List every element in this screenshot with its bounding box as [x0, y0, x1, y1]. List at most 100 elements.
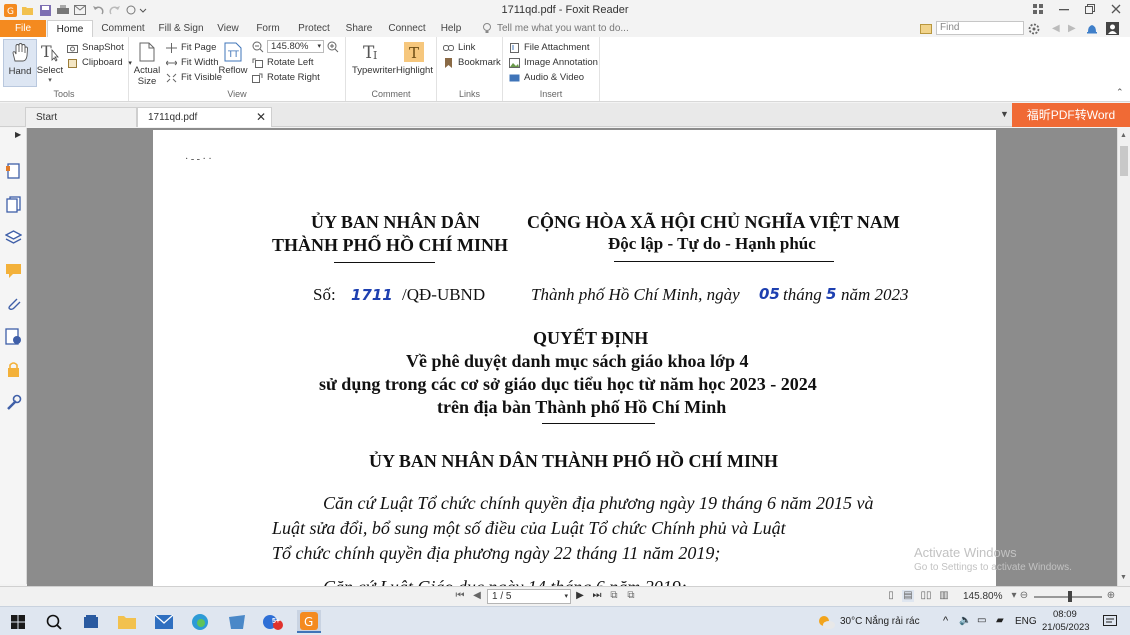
tab-home[interactable]: Home — [47, 20, 93, 38]
single-page-icon[interactable]: ▯ — [885, 590, 897, 602]
tab-help[interactable]: Help — [437, 20, 465, 37]
layers-icon[interactable] — [4, 229, 23, 246]
previous-view-icon[interactable]: ⧉ — [608, 590, 620, 602]
minimize-icon[interactable] — [1056, 2, 1072, 16]
facing-page-icon[interactable]: ▯▯ — [920, 590, 932, 602]
collapse-ribbon-icon[interactable]: ⌃ — [1116, 87, 1124, 98]
battery-icon[interactable]: ▰ — [996, 615, 1004, 626]
tab-view[interactable]: View — [212, 20, 244, 37]
continuous-facing-icon[interactable]: ▥ — [938, 590, 950, 602]
status-zoom-out-icon[interactable]: ⊖ — [1018, 590, 1030, 602]
page-number-input[interactable]: 1 / 5 ▾ — [487, 589, 571, 604]
find-options-icon[interactable] — [920, 22, 932, 37]
first-page-icon[interactable]: ⏮ — [454, 590, 466, 602]
action-center-icon[interactable] — [1098, 610, 1122, 633]
expand-panel-icon[interactable]: ▶ — [15, 130, 21, 139]
next-page-icon[interactable]: ▶ — [574, 590, 586, 602]
select-tool-button[interactable]: T Select ▾ — [33, 39, 67, 87]
audio-video-button[interactable]: Audio & Video — [509, 71, 584, 85]
weather-icon[interactable] — [814, 610, 838, 633]
network-icon[interactable]: ▭ — [977, 615, 986, 626]
notification-bell-icon[interactable] — [1086, 23, 1098, 38]
fit-width-button[interactable]: Fit Width — [165, 56, 218, 70]
vertical-scrollbar[interactable]: ▲ ▼ — [1117, 128, 1130, 586]
tab-start[interactable]: Start — [25, 107, 137, 127]
comments-panel-icon[interactable] — [5, 262, 22, 279]
actual-size-button[interactable]: Actual Size — [131, 39, 163, 87]
language-indicator[interactable]: ENG — [1015, 616, 1037, 627]
clock-date[interactable]: 21/05/2023 — [1042, 622, 1090, 633]
quick-access-customize-icon[interactable] — [126, 3, 148, 17]
typewriter-button[interactable]: TI Typewriter — [352, 39, 396, 87]
tab-list-dropdown-icon[interactable]: ▼ — [1000, 109, 1009, 119]
tab-form[interactable]: Form — [250, 20, 286, 37]
pdf-to-word-promo[interactable]: 福昕PDF转Word — [1012, 103, 1130, 127]
attachments-icon[interactable] — [5, 295, 22, 312]
tools-wrench-icon[interactable] — [5, 394, 22, 411]
tab-protect[interactable]: Protect — [293, 20, 335, 37]
tab-document[interactable]: 1711qd.pdf ✕ — [137, 107, 272, 127]
zoom-select[interactable]: 145.80% ▾ — [267, 40, 324, 53]
undo-icon[interactable] — [91, 3, 105, 17]
signatures-icon[interactable] — [5, 328, 22, 345]
fit-visible-button[interactable]: Fit Visible — [166, 71, 222, 85]
save-icon[interactable] — [38, 3, 52, 17]
maximize-icon[interactable] — [1082, 2, 1098, 16]
gear-icon[interactable] — [1028, 23, 1040, 38]
zoom-slider-thumb[interactable] — [1068, 591, 1072, 602]
zalo-chat-icon[interactable]: 5+ — [261, 610, 285, 633]
file-explorer-icon[interactable] — [115, 610, 139, 633]
zoom-out-icon[interactable] — [252, 41, 264, 56]
tab-connect[interactable]: Connect — [384, 20, 430, 37]
continuous-page-icon[interactable]: ▤ — [902, 590, 914, 602]
email-icon[interactable] — [73, 3, 87, 17]
clock-time[interactable]: 08:09 — [1053, 609, 1077, 620]
status-zoom-in-icon[interactable]: ⊕ — [1105, 590, 1117, 602]
tab-comment[interactable]: Comment — [97, 20, 149, 37]
image-annotation-button[interactable]: Image Annotation — [509, 56, 598, 70]
reflow-button[interactable]: TT Reflow — [217, 39, 249, 87]
nav-forward-icon[interactable]: ▶ — [1068, 23, 1076, 34]
task-view-icon[interactable] — [79, 610, 103, 633]
file-attachment-button[interactable]: File Attachment — [509, 41, 589, 55]
document-viewport[interactable]: · - - · · ỦY BAN NHÂN DÂN THÀNH PHỐ HỒ C… — [27, 128, 1117, 586]
mail-icon[interactable] — [152, 610, 176, 633]
clipboard-button[interactable]: Clipboard ▾ — [67, 56, 132, 70]
last-page-icon[interactable]: ⏭ — [591, 590, 603, 602]
store-app-icon[interactable] — [225, 610, 249, 633]
close-icon[interactable] — [1108, 2, 1124, 16]
tab-file[interactable]: File — [0, 20, 46, 37]
find-input[interactable]: Find — [936, 21, 1024, 35]
page-thumbnails-icon[interactable] — [5, 163, 22, 180]
windows-start-icon[interactable] — [6, 610, 30, 633]
link-button[interactable]: Link — [443, 41, 475, 55]
restore-layout-icon[interactable] — [1030, 2, 1046, 16]
redo-icon[interactable] — [108, 3, 122, 17]
select-dropdown-arrow-icon[interactable]: ▾ — [33, 76, 67, 84]
zoom-in-icon[interactable] — [327, 41, 339, 56]
search-taskbar-icon[interactable] — [42, 610, 66, 633]
edge-browser-icon[interactable] — [188, 610, 212, 633]
security-lock-icon[interactable] — [5, 361, 22, 378]
pages-icon[interactable] — [5, 196, 22, 213]
next-view-icon[interactable]: ⧉ — [625, 590, 637, 602]
weather-text[interactable]: 30°C Nắng rải rác — [840, 616, 920, 627]
previous-page-icon[interactable]: ◀ — [471, 590, 483, 602]
rotate-left-button[interactable]: Rotate Left — [252, 56, 313, 70]
tab-fill-sign[interactable]: Fill & Sign — [155, 20, 207, 37]
snapshot-button[interactable]: SnapShot — [67, 41, 124, 55]
show-hidden-icons-icon[interactable]: ^ — [943, 615, 948, 627]
scroll-up-icon[interactable]: ▲ — [1120, 132, 1127, 139]
print-icon[interactable] — [56, 3, 70, 17]
close-tab-icon[interactable]: ✕ — [256, 108, 266, 127]
fit-page-button[interactable]: Fit Page — [166, 41, 216, 55]
scrollbar-thumb[interactable] — [1120, 146, 1128, 176]
user-account-icon[interactable] — [1106, 22, 1119, 38]
foxit-reader-taskbar-icon[interactable]: G — [297, 610, 321, 633]
zoom-dropdown-icon[interactable]: ▾ — [317, 41, 321, 52]
page-dropdown-icon[interactable]: ▾ — [564, 590, 568, 603]
bookmark-button[interactable]: Bookmark — [443, 56, 501, 70]
rotate-right-button[interactable]: Rotate Right — [252, 71, 320, 85]
volume-icon[interactable]: 🔈 — [959, 615, 971, 626]
highlight-button[interactable]: T Highlight — [396, 39, 433, 87]
